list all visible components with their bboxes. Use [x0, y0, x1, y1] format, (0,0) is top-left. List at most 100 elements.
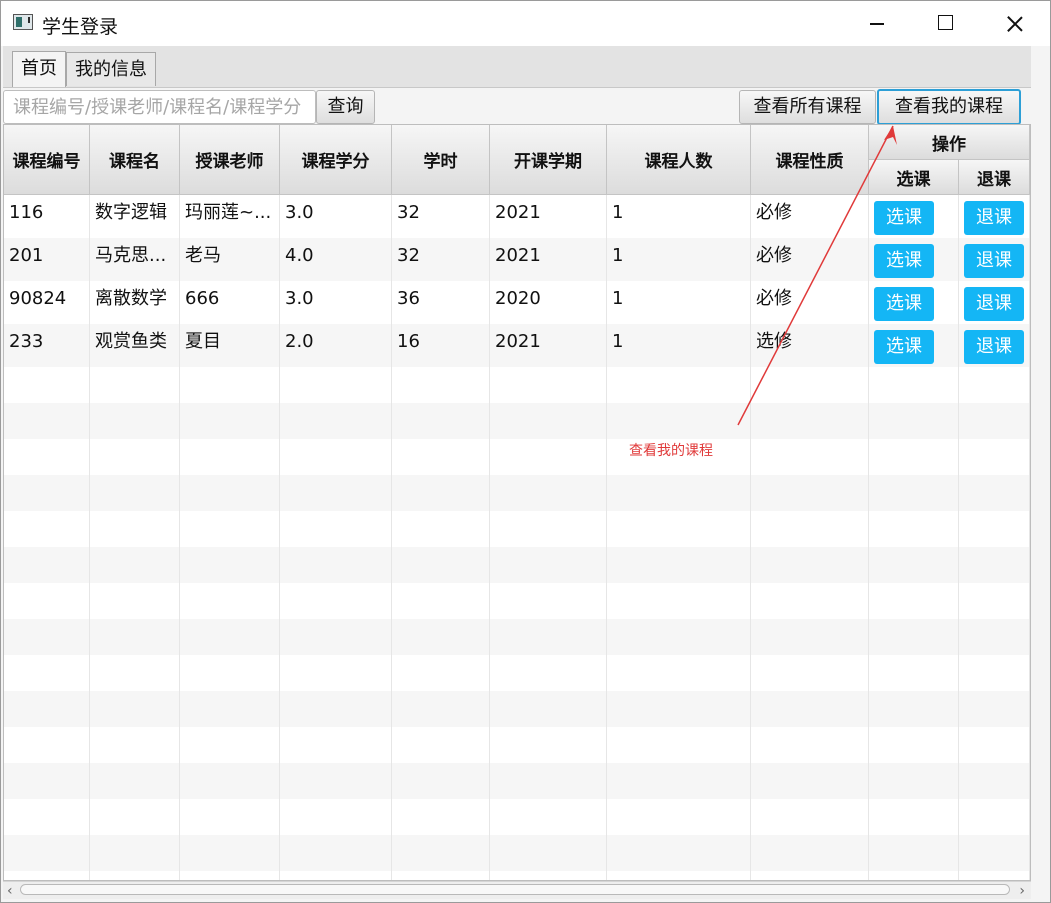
search-input[interactable] — [3, 90, 316, 124]
query-button[interactable]: 查询 — [316, 90, 375, 124]
scroll-right-icon[interactable]: › — [1019, 883, 1025, 899]
empty-cell — [607, 655, 751, 691]
drop-course-button[interactable]: 退课 — [964, 201, 1024, 235]
empty-cell — [90, 691, 180, 727]
column-header-semester[interactable]: 开课学期 — [490, 125, 607, 195]
empty-cell — [490, 367, 607, 403]
cell-course-type: 必修 — [751, 238, 869, 281]
empty-cell — [4, 691, 90, 727]
empty-cell — [280, 403, 392, 439]
empty-cell — [180, 367, 280, 403]
cell-enrollment: 1 — [607, 238, 751, 281]
empty-cell — [392, 547, 490, 583]
drop-course-button[interactable]: 退课 — [964, 287, 1024, 321]
select-course-button[interactable]: 选课 — [874, 201, 934, 235]
empty-cell — [180, 727, 280, 763]
empty-cell — [392, 763, 490, 799]
horizontal-scrollbar[interactable]: ‹ › — [3, 881, 1031, 899]
empty-cell — [490, 727, 607, 763]
empty-cell — [869, 871, 959, 880]
cell-course-type: 必修 — [751, 195, 869, 238]
empty-cell — [4, 763, 90, 799]
empty-cell — [959, 763, 1030, 799]
empty-cell — [4, 511, 90, 547]
cell-course-type: 必修 — [751, 281, 869, 324]
close-icon — [1007, 16, 1023, 32]
empty-row — [4, 511, 1030, 547]
empty-cell — [607, 727, 751, 763]
empty-cell — [90, 475, 180, 511]
empty-cell — [490, 475, 607, 511]
tab-my-info[interactable]: 我的信息 — [66, 52, 156, 86]
table-row[interactable]: 116 数字逻辑 玛丽莲~... 3.0 32 2021 1 必修 选课 退课 — [4, 195, 1030, 238]
column-header-select[interactable]: 选课 — [869, 160, 959, 195]
empty-cell — [4, 367, 90, 403]
empty-cell — [392, 583, 490, 619]
empty-cell — [280, 655, 392, 691]
empty-cell — [751, 403, 869, 439]
select-course-button[interactable]: 选课 — [874, 287, 934, 321]
column-header-actions[interactable]: 操作 — [869, 125, 1030, 160]
empty-cell — [869, 691, 959, 727]
empty-row — [4, 871, 1030, 880]
empty-cell — [392, 799, 490, 835]
empty-cell — [90, 619, 180, 655]
cell-drop: 退课 — [959, 238, 1030, 281]
empty-cell — [490, 547, 607, 583]
column-header-drop[interactable]: 退课 — [959, 160, 1030, 195]
empty-cell — [607, 619, 751, 655]
close-button[interactable] — [980, 1, 1050, 46]
tab-home[interactable]: 首页 — [12, 51, 66, 87]
column-header-enrollment[interactable]: 课程人数 — [607, 125, 751, 195]
scrollbar-thumb[interactable] — [20, 884, 1010, 895]
cell-teacher: 666 — [180, 281, 280, 324]
empty-cell — [90, 439, 180, 475]
scroll-left-icon[interactable]: ‹ — [7, 883, 13, 899]
column-header-course-id[interactable]: 课程编号 — [4, 125, 90, 195]
empty-cell — [607, 763, 751, 799]
maximize-button[interactable] — [910, 1, 980, 46]
column-header-course-type[interactable]: 课程性质 — [751, 125, 869, 195]
empty-cell — [90, 583, 180, 619]
drop-course-button[interactable]: 退课 — [964, 244, 1024, 278]
empty-cell — [959, 799, 1030, 835]
drop-course-button[interactable]: 退课 — [964, 330, 1024, 364]
column-header-credits[interactable]: 课程学分 — [280, 125, 392, 195]
column-header-teacher[interactable]: 授课老师 — [180, 125, 280, 195]
table-row[interactable]: 90824 离散数学 666 3.0 36 2020 1 必修 选课 退课 — [4, 281, 1030, 324]
empty-cell — [280, 619, 392, 655]
empty-cell — [490, 439, 607, 475]
cell-course-name: 观赏鱼类 — [90, 324, 180, 367]
view-my-courses-button[interactable]: 查看我的课程 — [877, 89, 1021, 125]
empty-cell — [607, 799, 751, 835]
cell-teacher: 夏目 — [180, 324, 280, 367]
column-header-course-name[interactable]: 课程名 — [90, 125, 180, 195]
view-all-courses-button[interactable]: 查看所有课程 — [739, 90, 876, 124]
empty-cell — [751, 475, 869, 511]
empty-cell — [751, 439, 869, 475]
cell-enrollment: 1 — [607, 195, 751, 238]
empty-cell — [280, 799, 392, 835]
empty-cell — [4, 475, 90, 511]
minimize-button[interactable] — [842, 1, 912, 46]
column-header-hours[interactable]: 学时 — [392, 125, 490, 195]
table-row[interactable]: 233 观赏鱼类 夏目 2.0 16 2021 1 选修 选课 退课 — [4, 324, 1030, 367]
table-row[interactable]: 201 马克思... 老马 4.0 32 2021 1 必修 选课 退课 — [4, 238, 1030, 281]
empty-cell — [490, 511, 607, 547]
empty-cell — [607, 475, 751, 511]
empty-cell — [4, 727, 90, 763]
empty-row — [4, 475, 1030, 511]
cell-semester: 2021 — [490, 195, 607, 238]
empty-cell — [280, 367, 392, 403]
empty-cell — [90, 655, 180, 691]
empty-row — [4, 367, 1030, 403]
empty-cell — [959, 403, 1030, 439]
cell-select: 选课 — [869, 195, 959, 238]
select-course-button[interactable]: 选课 — [874, 330, 934, 364]
empty-cell — [751, 619, 869, 655]
empty-cell — [392, 835, 490, 871]
empty-cell — [751, 763, 869, 799]
empty-cell — [280, 727, 392, 763]
select-course-button[interactable]: 选课 — [874, 244, 934, 278]
app-icon — [13, 14, 33, 30]
